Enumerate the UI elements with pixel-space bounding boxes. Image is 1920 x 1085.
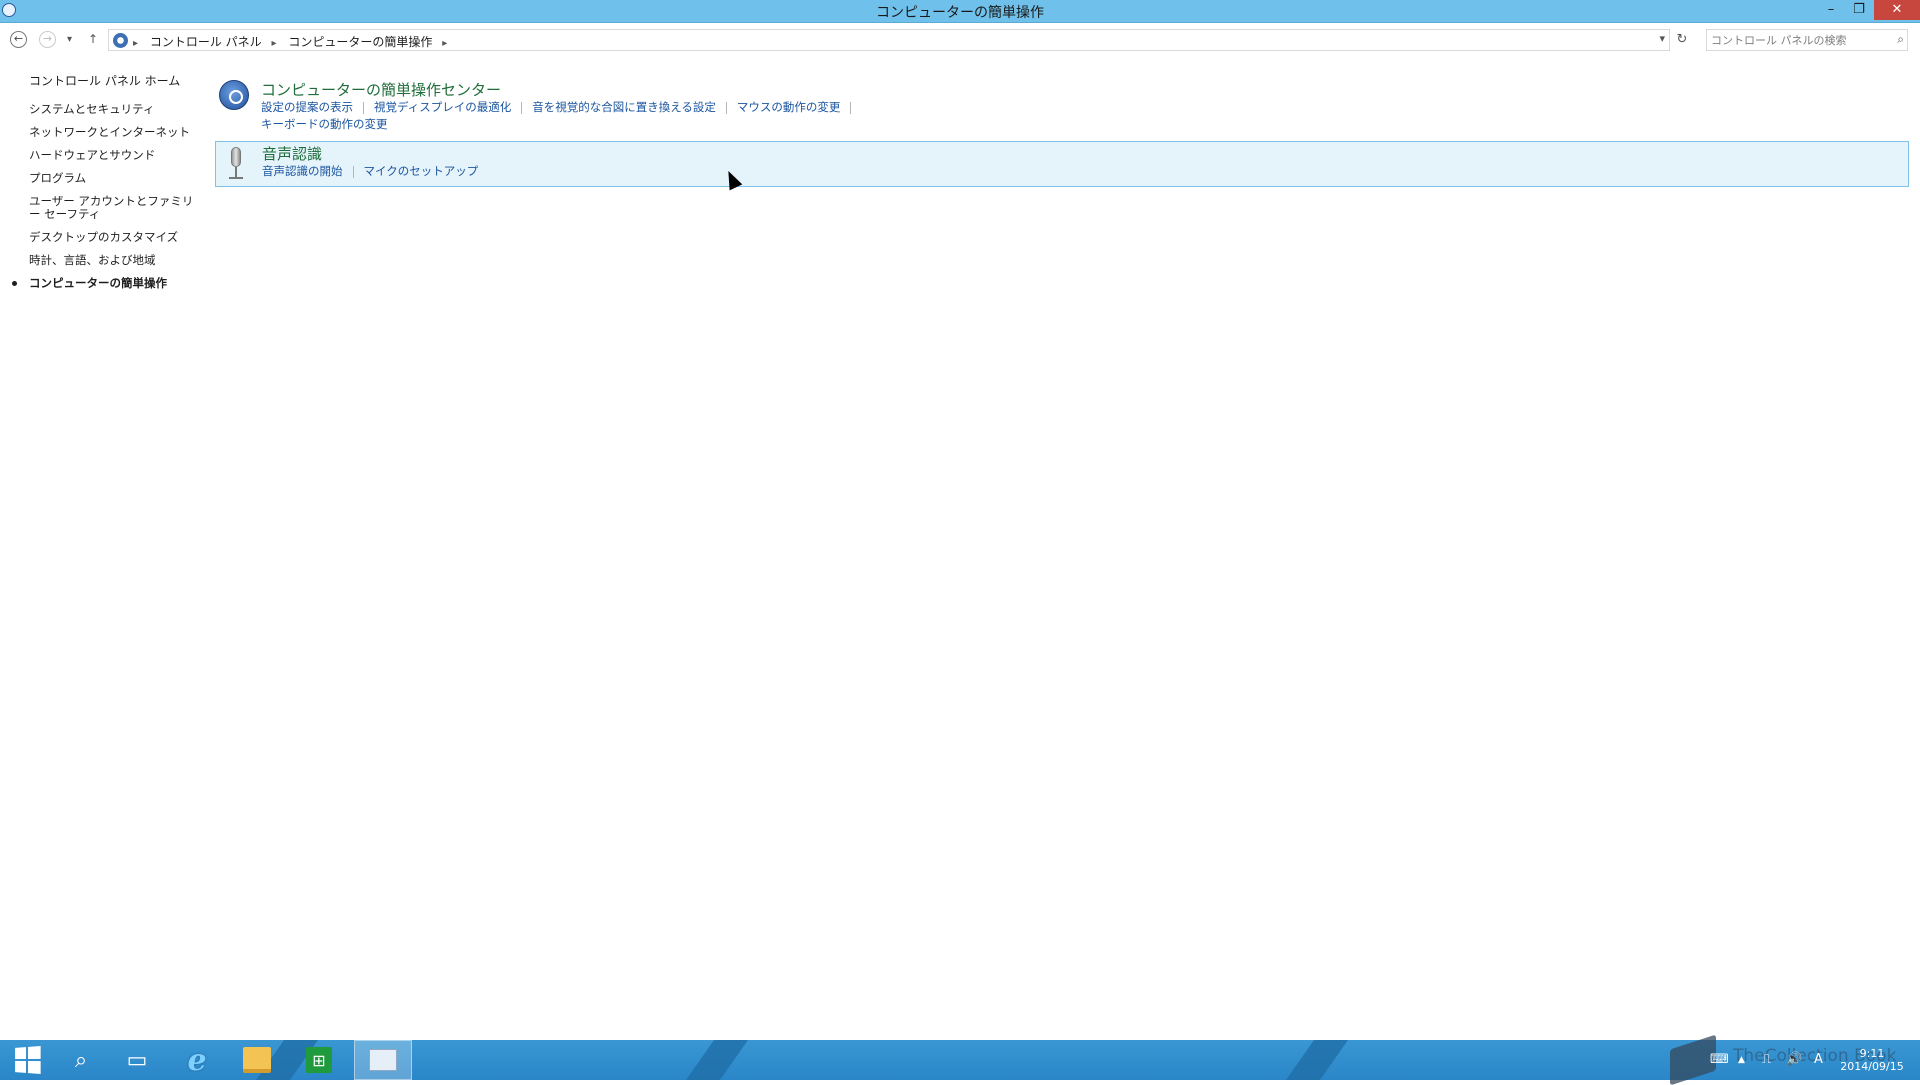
taskbar-search-button[interactable]: ⌕: [54, 1040, 108, 1080]
link-replace-sounds-visual-cues[interactable]: 音を視覚的な合図に置き換える設定: [532, 100, 716, 114]
link-optimize-visual-display[interactable]: 視覚ディスプレイの最適化: [374, 100, 511, 114]
volume-icon[interactable]: 🔊: [1786, 1040, 1802, 1080]
back-button[interactable]: ←: [10, 31, 27, 48]
ease-of-access-links-row2: キーボードの動作の変更: [261, 116, 398, 132]
search-icon: ⌕: [74, 1047, 88, 1073]
network-icon[interactable]: ⎍: [1762, 1040, 1771, 1080]
control-panel-icon: [369, 1049, 397, 1071]
current-page-bullet: [12, 281, 17, 286]
restore-button[interactable]: ❐: [1846, 0, 1872, 20]
breadcrumb-control-panel[interactable]: コントロール パネル: [150, 35, 262, 49]
nav-hardware-sound[interactable]: ハードウェアとサウンド: [29, 149, 194, 162]
up-button[interactable]: ↑: [88, 31, 98, 48]
taskbar: ⌕ ▭ e ⊞ TheCollection Book ⌨ ▲ ⎍ 🔊 A 9:1…: [0, 1034, 1920, 1085]
nav-programs[interactable]: プログラム: [29, 172, 194, 185]
breadcrumb-separator[interactable]: ▸: [272, 38, 277, 49]
link-divider: [850, 101, 852, 114]
recent-locations-dropdown[interactable]: ▾: [67, 31, 72, 48]
nav-control-panel-home[interactable]: コントロール パネル ホーム: [29, 72, 194, 89]
link-change-keyboard[interactable]: キーボードの動作の変更: [261, 117, 388, 131]
link-set-up-microphone[interactable]: マイクのセットアップ: [364, 164, 479, 178]
left-navigation: コントロール パネル ホーム システムとセキュリティ ネットワークとインターネッ…: [12, 72, 194, 300]
section-ease-of-access-center: コンピューターの簡単操作センター 設定の提案の表示 視覚ディスプレイの最適化 音を視…: [215, 78, 1909, 134]
link-divider: [363, 101, 364, 114]
system-clock[interactable]: 9:11 2014/09/15: [1832, 1047, 1912, 1073]
show-hidden-icons-chevron-icon[interactable]: ▲: [1738, 1040, 1745, 1080]
link-divider: [521, 101, 523, 114]
address-toolbar: ← → ▾ ↑ ▸ コントロール パネル ▸ コンピューターの簡単操作 ▸ ▾ …: [0, 23, 1920, 57]
taskbar-control-panel-active[interactable]: [354, 1040, 412, 1080]
nav-user-accounts[interactable]: ユーザー アカウントとファミリー セーフティ: [29, 195, 194, 221]
breadcrumb-ease-of-access[interactable]: コンピューターの簡単操作: [288, 35, 432, 49]
ease-of-access-icon[interactable]: [219, 80, 249, 110]
taskbar-internet-explorer[interactable]: e: [170, 1040, 224, 1080]
address-history-dropdown[interactable]: ▾: [1659, 32, 1665, 45]
folder-icon: [243, 1047, 271, 1073]
minimize-button[interactable]: –: [1818, 0, 1844, 20]
start-button[interactable]: [0, 1040, 54, 1080]
keyboard-icon[interactable]: ⌨: [1710, 1040, 1729, 1080]
search-icon[interactable]: ⌕: [1897, 32, 1904, 47]
close-button[interactable]: ✕: [1874, 0, 1920, 20]
nav-desktop-customize[interactable]: デスクトップのカスタマイズ: [29, 231, 194, 244]
breadcrumb-separator[interactable]: ▸: [442, 38, 447, 49]
link-divider: [352, 165, 354, 178]
speech-recognition-links: 音声認識の開始 マイクのセットアップ: [262, 163, 488, 179]
nav-ease-of-access-current[interactable]: コンピューターの簡単操作: [12, 276, 194, 290]
search-box[interactable]: ⌕: [1706, 29, 1908, 51]
taskbar-file-explorer[interactable]: [230, 1040, 284, 1080]
clock-time: 9:11: [1859, 1047, 1885, 1060]
nav-ease-of-access-label: コンピューターの簡単操作: [29, 276, 167, 290]
internet-explorer-icon: e: [187, 1042, 207, 1078]
forward-button[interactable]: →: [39, 31, 56, 48]
link-change-mouse[interactable]: マウスの動作の変更: [737, 100, 841, 114]
link-divider: [725, 101, 727, 114]
taskbar-decoration: [1285, 1040, 1349, 1080]
link-start-speech-recognition[interactable]: 音声認識の開始: [262, 164, 343, 178]
title-bar[interactable]: コンピューターの簡単操作 – ❐ ✕: [0, 0, 1920, 23]
nav-system-security[interactable]: システムとセキュリティ: [29, 103, 194, 116]
microphone-icon[interactable]: [226, 147, 246, 181]
address-field[interactable]: ▸ コントロール パネル ▸ コンピューターの簡単操作 ▸ ▾: [108, 29, 1670, 51]
breadcrumb: ▸ コントロール パネル ▸ コンピューターの簡単操作 ▸: [133, 33, 455, 50]
microphone-stand: [235, 167, 237, 177]
windows-logo-icon: [15, 1046, 41, 1074]
store-icon: ⊞: [306, 1047, 332, 1073]
nav-clock-language-region[interactable]: 時計、言語、および地域: [29, 254, 194, 267]
input-method-icon[interactable]: A: [1814, 1040, 1823, 1080]
microphone-base: [229, 177, 243, 179]
breadcrumb-separator[interactable]: ▸: [133, 38, 138, 49]
microphone-capsule: [231, 147, 241, 167]
refresh-button[interactable]: ↻: [1672, 29, 1692, 51]
ease-of-access-links-row1: 設定の提案の表示 視覚ディスプレイの最適化 音を視覚的な合図に置き換える設定 マウスの…: [261, 99, 861, 115]
nav-network-internet[interactable]: ネットワークとインターネット: [29, 126, 194, 139]
section-speech-recognition[interactable]: 音声認識 音声認識の開始 マイクのセットアップ: [215, 141, 1909, 187]
taskbar-decoration: [685, 1040, 749, 1080]
ease-of-access-center-title[interactable]: コンピューターの簡単操作センター: [261, 79, 501, 100]
task-view-icon: ▭: [126, 1047, 148, 1073]
control-panel-icon: [113, 33, 128, 48]
speech-recognition-title[interactable]: 音声認識: [262, 143, 322, 164]
window-title: コンピューターの簡単操作: [876, 5, 1044, 21]
link-view-suggestions[interactable]: 設定の提案の表示: [261, 100, 353, 114]
clock-date: 2014/09/15: [1840, 1060, 1904, 1073]
taskbar-store[interactable]: ⊞: [292, 1040, 346, 1080]
taskbar-task-view-button[interactable]: ▭: [110, 1040, 164, 1080]
search-input[interactable]: [1711, 32, 1881, 48]
